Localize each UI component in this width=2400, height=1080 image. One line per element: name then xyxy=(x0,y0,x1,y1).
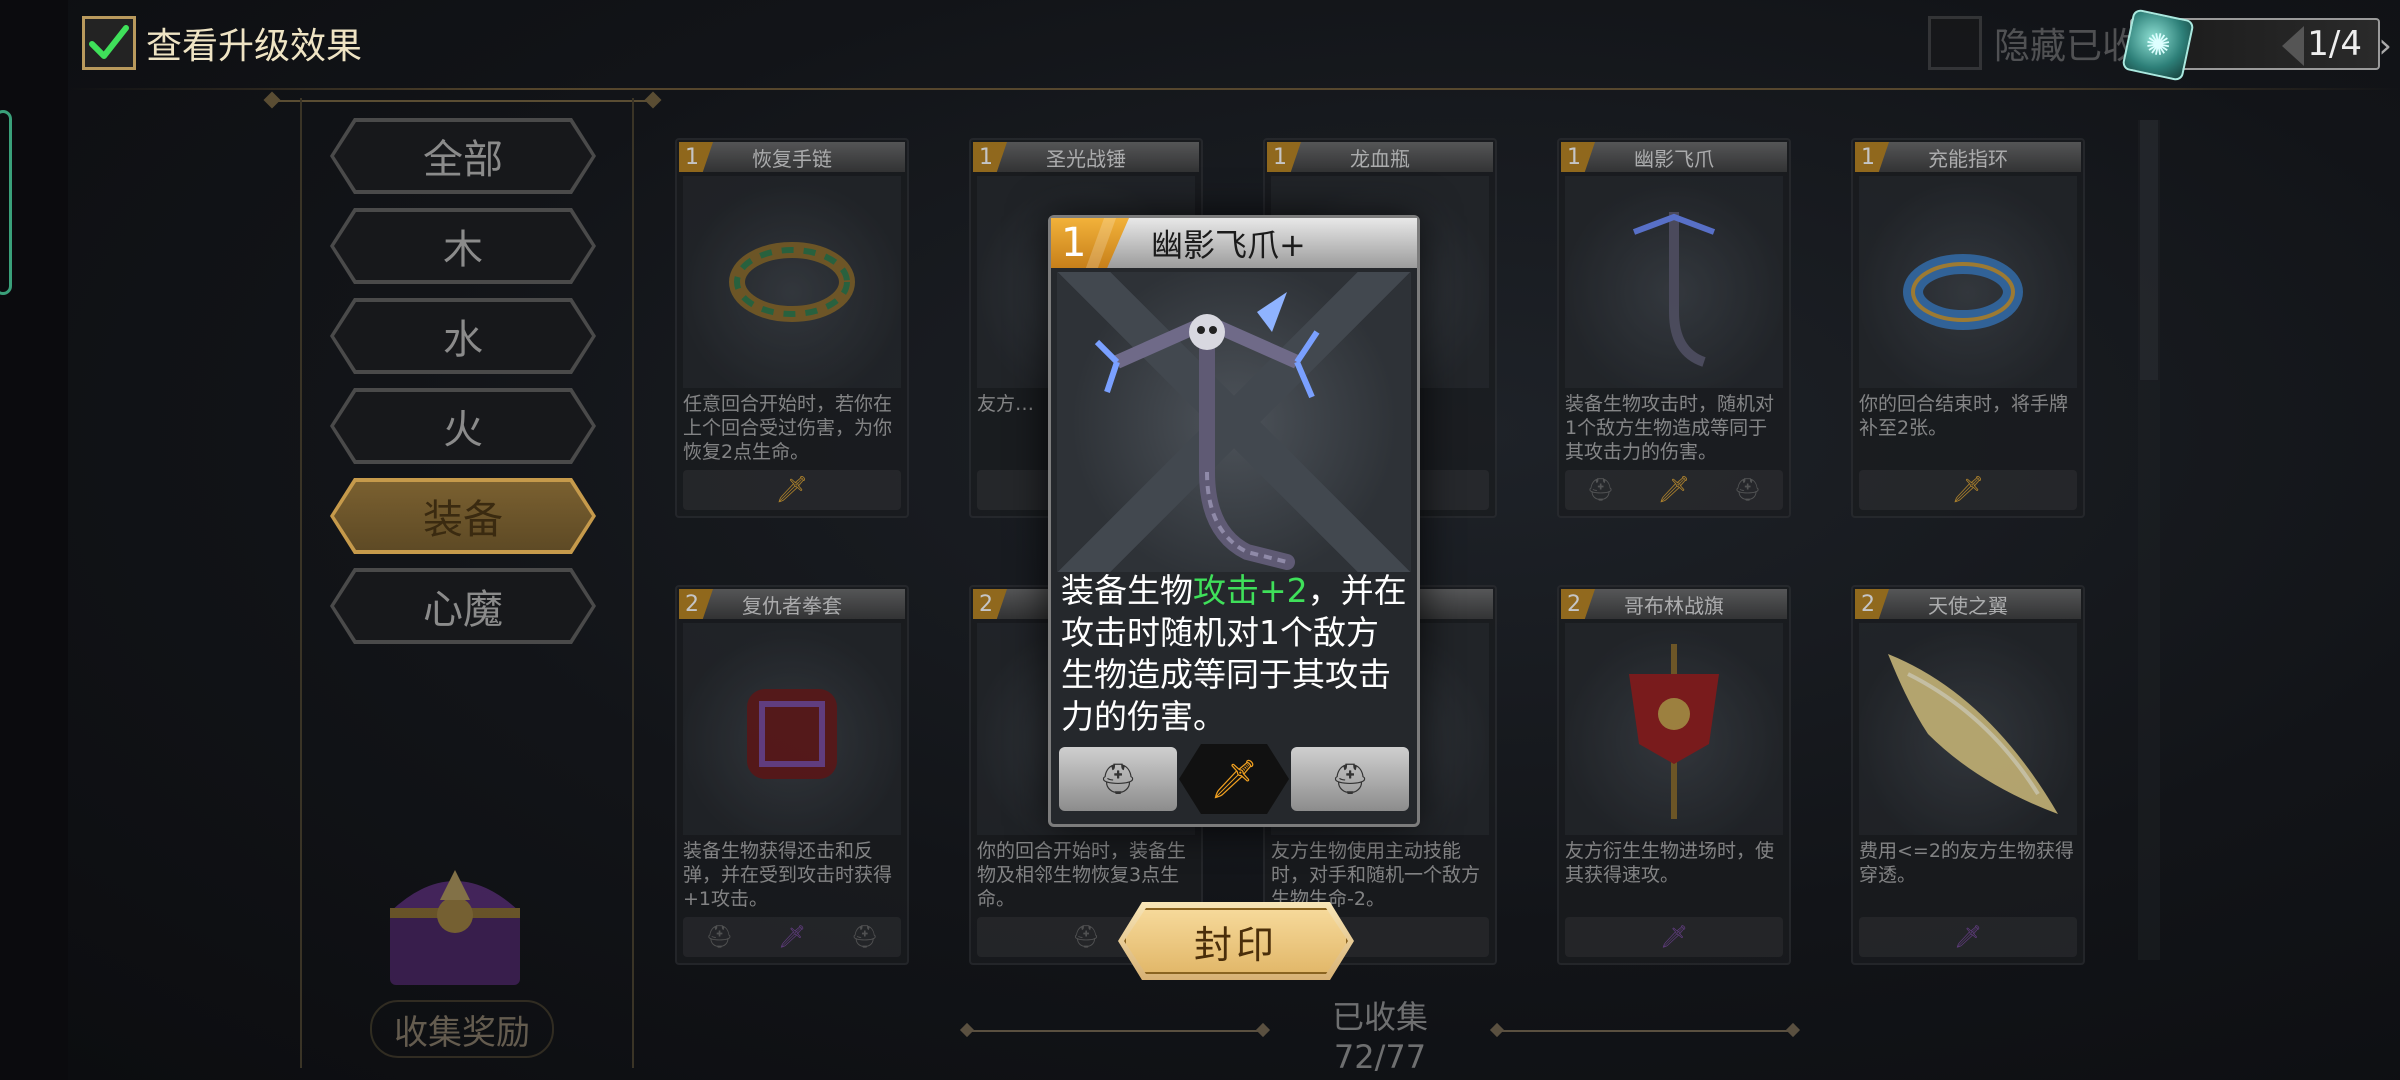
next-page-arrow-icon[interactable]: › xyxy=(2378,26,2392,66)
card-name: 充能指环 xyxy=(1855,142,2081,172)
card-art xyxy=(1859,623,2077,835)
card-recovery-bracelet[interactable]: 恢复手链 1 任意回合开始时，若你在上个回合受过伤害，为你恢复2点生命。 🗡 xyxy=(675,138,909,518)
treasure-chest-icon[interactable] xyxy=(370,840,540,1000)
sword-icon: 🗡 xyxy=(1660,924,1688,950)
ring-icon xyxy=(1903,254,2023,330)
category-inner-demon[interactable]: 心魔 xyxy=(330,568,596,644)
helmet-icon: ⛑ xyxy=(1072,924,1100,950)
card-angel-wings[interactable]: 天使之翼 2 费用<=2的友方生物获得穿透。 🗡 xyxy=(1851,585,2085,965)
card-name: 幽影飞爪 xyxy=(1561,142,1787,172)
seal-button-label: 封印 xyxy=(1193,922,1278,967)
popup-card-description: 装备生物攻击+2，并在攻击时随机对1个敌方生物造成等同于其攻击力的伤害。 xyxy=(1061,570,1407,736)
card-art xyxy=(683,176,901,388)
scrollbar-thumb[interactable] xyxy=(2140,120,2158,380)
helmet-icon: ⛑ xyxy=(1059,747,1177,811)
category-water[interactable]: 水 xyxy=(330,298,596,374)
category-label: 全部 xyxy=(423,137,503,183)
category-equipment[interactable]: 装备 xyxy=(330,478,596,554)
card-description: 你的回合开始时，装备生物及相邻生物恢复3点生命。 xyxy=(977,840,1187,909)
card-role-bar: 🗡 xyxy=(1565,917,1783,957)
card-art xyxy=(1565,176,1783,388)
desc-highlight: 攻击+2 xyxy=(1193,571,1308,610)
category-label: 装备 xyxy=(423,497,503,543)
card-description: 友方生物使用主动技能时，对手和随机一个敌方生物生命-2。 xyxy=(1271,840,1481,909)
card-role-bar: 🗡 xyxy=(1859,470,2077,510)
sword-icon: 🗡 xyxy=(775,475,809,505)
category-label: 心魔 xyxy=(423,587,503,633)
card-description: 任意回合开始时，若你在上个回合受过伤害，为你恢复2点生命。 xyxy=(683,393,893,462)
bracelet-icon xyxy=(729,242,855,322)
card-name: 复仇者拳套 xyxy=(679,589,905,619)
collected-left-line xyxy=(965,1030,1265,1032)
card-name: 龙血瓶 xyxy=(1267,142,1493,172)
helmet-icon: ⛑ xyxy=(850,924,879,950)
shadow-claw-icon xyxy=(1094,292,1320,570)
sword-icon: 🗡 xyxy=(1954,924,1982,950)
card-description: 友方衍生生物进场时，使其获得速攻。 xyxy=(1565,840,1775,886)
card-goblin-banner[interactable]: 哥布林战旗 2 友方衍生生物进场时，使其获得速攻。 🗡 xyxy=(1557,585,1791,965)
hide-collected-toggle[interactable]: 隐藏已收 xyxy=(1928,14,2138,72)
card-name: 恢复手链 xyxy=(679,142,905,172)
desc-text: 装备生物 xyxy=(1061,571,1193,610)
helmet-icon: ⛑ xyxy=(705,924,734,950)
helmet-icon: ⛑ xyxy=(1586,477,1615,503)
sword-icon: 🗡 xyxy=(1179,744,1289,814)
sword-icon: 🗡 xyxy=(778,924,806,950)
card-detail-popup[interactable]: 幽影飞爪+ 1 装备生物攻击+2，并在攻击时随机对1个敌方生物造成等同于其攻击力… xyxy=(1048,215,1420,827)
card-description: 装备生物攻击时，随机对1个敌方生物造成等同于其攻击力的伤害。 xyxy=(1565,393,1775,462)
rune-gem-icon: ✺ xyxy=(2121,8,2195,82)
header-divider xyxy=(68,88,2400,90)
checkmark-icon xyxy=(89,25,129,59)
upgrade-checkbox[interactable] xyxy=(82,16,136,70)
helmet-icon: ⛑ xyxy=(1733,477,1762,503)
collected-label: 已收集 xyxy=(1331,998,1428,1036)
side-drawer-tab[interactable] xyxy=(0,110,12,295)
card-art xyxy=(1859,176,2077,388)
page-counter: ✺ 1/4 › xyxy=(2121,8,2392,82)
category-label: 火 xyxy=(443,407,483,453)
sword-icon: 🗡 xyxy=(1657,475,1691,505)
prev-page-arrow-icon[interactable] xyxy=(2282,26,2304,66)
view-upgrade-toggle[interactable]: 查看升级效果 xyxy=(82,14,362,72)
card-art xyxy=(683,623,901,835)
card-shadow-claw[interactable]: 幽影飞爪 1 装备生物攻击时，随机对1个敌方生物造成等同于其攻击力的伤害。 ⛑ … xyxy=(1557,138,1791,518)
category-all[interactable]: 全部 xyxy=(330,118,596,194)
sword-icon: 🗡 xyxy=(1951,475,1985,505)
card-name: 圣光战锤 xyxy=(973,142,1199,172)
upgrade-toggle-label: 查看升级效果 xyxy=(146,26,363,67)
card-role-bar: 🗡 xyxy=(683,470,901,510)
card-description: 费用<=2的友方生物获得穿透。 xyxy=(1859,840,2074,886)
card-description: 装备生物获得还击和反弹，并在受到攻击时获得+1攻击。 xyxy=(683,840,893,909)
helmet-icon: ⛑ xyxy=(1291,747,1409,811)
banner-icon xyxy=(1629,644,1719,819)
card-name: 哥布林战旗 xyxy=(1561,589,1787,619)
collected-right-line xyxy=(1495,1030,1795,1032)
page-indicator: 1/4 xyxy=(2307,24,2362,64)
popup-role-bar: ⛑ 🗡 ⛑ xyxy=(1059,744,1409,814)
category-label: 水 xyxy=(443,317,483,363)
card-name: 天使之翼 xyxy=(1855,589,2081,619)
claw-icon xyxy=(1632,212,1716,367)
card-art xyxy=(1565,623,1783,835)
hide-collected-label: 隐藏已收 xyxy=(1994,26,2139,67)
collected-counter: 已收集 72/77 xyxy=(1250,992,1510,1076)
collection-reward-button[interactable]: 收集奖励 xyxy=(370,1000,554,1058)
category-wood[interactable]: 木 xyxy=(330,208,596,284)
card-role-bar: ⛑ 🗡 ⛑ xyxy=(683,917,901,957)
popup-card-art xyxy=(1057,272,1411,572)
card-role-bar: ⛑ 🗡 ⛑ xyxy=(1565,470,1783,510)
collected-count: 72/77 xyxy=(1333,1038,1427,1076)
card-description: 你的回合结束时，将手牌补至2张。 xyxy=(1859,393,2069,439)
gauntlet-icon xyxy=(747,689,837,779)
card-list-scrollbar[interactable] xyxy=(2138,120,2160,960)
card-avenger-gauntlet[interactable]: 复仇者拳套 2 装备生物获得还击和反弹，并在受到攻击时获得+1攻击。 ⛑ 🗡 ⛑ xyxy=(675,585,909,965)
seal-button[interactable]: 封印 xyxy=(1118,902,1354,980)
card-charge-ring[interactable]: 充能指环 1 你的回合结束时，将手牌补至2张。 🗡 xyxy=(1851,138,2085,518)
category-label: 木 xyxy=(443,227,483,273)
wings-icon xyxy=(1888,654,2058,814)
hide-collected-checkbox[interactable] xyxy=(1928,16,1982,70)
card-role-bar: 🗡 xyxy=(1859,917,2077,957)
category-fire[interactable]: 火 xyxy=(330,388,596,464)
